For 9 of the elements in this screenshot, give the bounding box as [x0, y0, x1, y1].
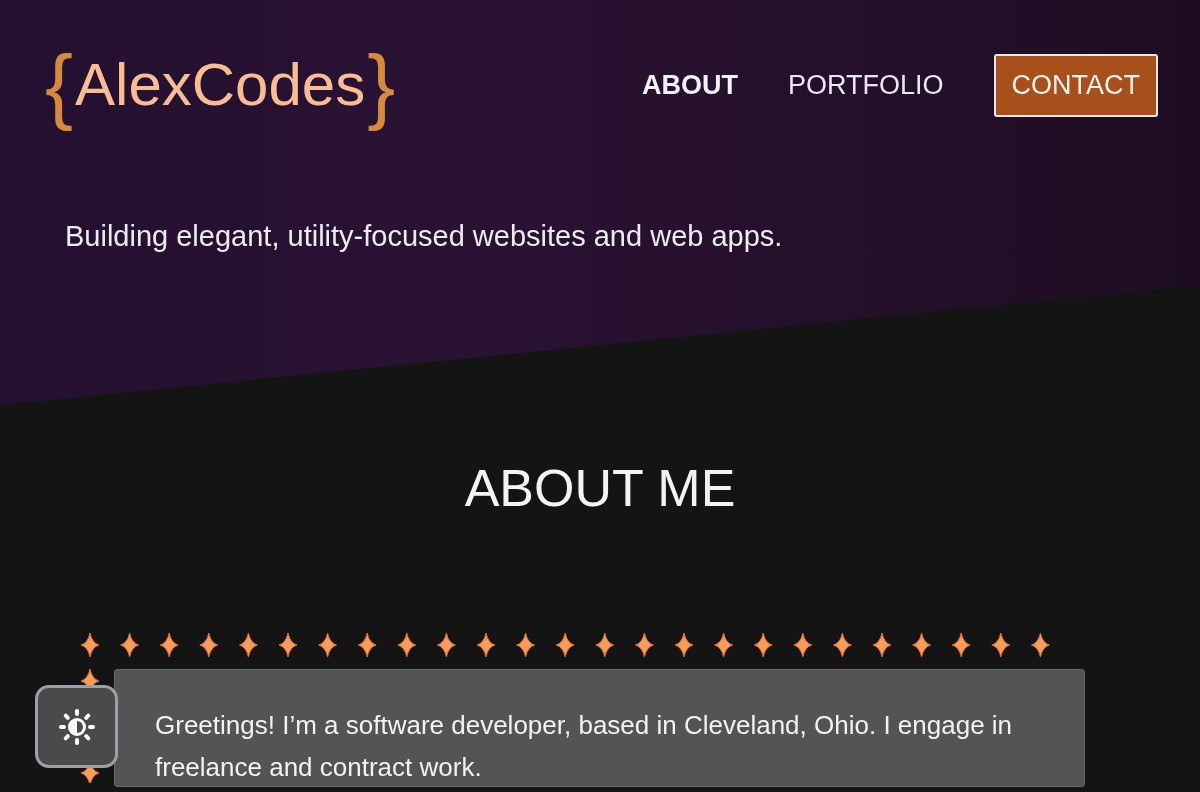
- logo-brace: }: [367, 40, 396, 130]
- contact-button[interactable]: CONTACT: [993, 53, 1158, 117]
- nav-link[interactable]: ABOUT: [641, 69, 738, 101]
- tagline: Building elegant, utility-focused websites and web apps.: [65, 220, 783, 253]
- nav-link[interactable]: PORTFOLIO: [787, 69, 944, 101]
- logo-brace: {: [45, 40, 74, 130]
- section-heading: ABOUT ME: [464, 458, 736, 519]
- logo-text: AlexCodes: [75, 50, 366, 120]
- about-text: Greetings! I’m a software developer, based in Cleveland, Ohio. I engage in freelance and contract work.: [155, 710, 1013, 782]
